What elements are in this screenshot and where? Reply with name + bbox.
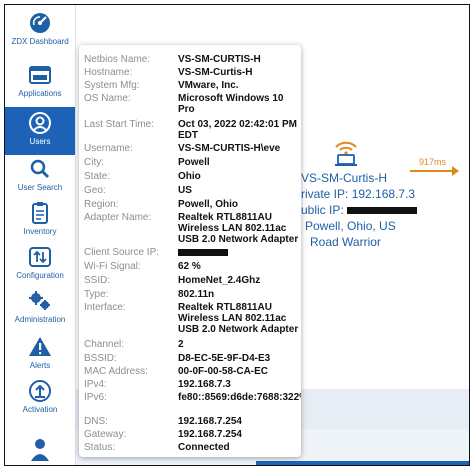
info-value: Connected [178, 442, 230, 453]
public-ip-label: ublic IP: [301, 203, 344, 217]
info-key: Status: [84, 442, 116, 453]
device-private-ip: rivate IP: 192.168.7.3 [301, 187, 415, 201]
sidebar-item-applications[interactable]: Applications [5, 63, 75, 107]
sidebar-item-label: Users [29, 137, 51, 146]
sidebar-item-user-search[interactable]: User Search [5, 157, 75, 203]
info-value: 802.11n [178, 289, 215, 300]
arrows-config-icon [29, 247, 51, 267]
info-key: Hostname: [84, 67, 133, 78]
info-key: State: [84, 171, 111, 182]
latency-label: 917ms [419, 157, 447, 167]
info-value: VS-SM-Curtis-H [178, 67, 253, 78]
info-key: Region: [84, 199, 119, 210]
info-key: IPv6: [84, 392, 107, 403]
private-ip-label: rivate IP: [301, 187, 349, 201]
info-key: Gateway: [84, 429, 127, 440]
info-key: MAC Address: [84, 366, 148, 377]
person-icon [31, 439, 49, 461]
info-key: OS Name: [84, 93, 131, 104]
info-value: Microsoft Windows 10 Pro [178, 93, 284, 115]
info-key: Client Source IP: [84, 247, 160, 258]
device-user-type: Road Warrior [310, 235, 381, 249]
bottom-accent-bar [256, 461, 469, 465]
info-key: IPv4: [84, 379, 107, 390]
info-value: 00-0F-00-58-CA-EC [178, 366, 269, 377]
sidebar-item-label: User Search [17, 183, 63, 192]
sidebar-item-label: Administration [14, 315, 66, 324]
app-window: ZDX Dashboard Applications Users User Se… [4, 4, 470, 466]
info-value: 2 [178, 339, 184, 350]
wifi-laptop-icon [335, 141, 357, 166]
info-key: City: [84, 157, 104, 168]
device-info-popup: Netbios Name: VS-SM-CURTIS-H Hostname: VS-… [79, 45, 301, 457]
info-value: 192.168.7.254 [178, 429, 242, 440]
sidebar-item-label: Configuration [16, 271, 64, 280]
sidebar-nav: ZDX Dashboard Applications Users User Se… [5, 5, 76, 465]
dashboard-gauge-icon [30, 13, 50, 33]
redacted-public-ip [347, 207, 418, 215]
info-value: 192.168.7.254 [178, 416, 242, 427]
info-key: Channel: [84, 339, 125, 350]
redacted-client-ip [178, 248, 228, 256]
latency-connector-line [410, 170, 454, 172]
info-key: Type: [84, 289, 109, 300]
info-key: Adapter Name: [84, 212, 152, 223]
sidebar-item-inventory[interactable]: Inventory [5, 201, 75, 247]
info-value: Powell [178, 157, 210, 168]
info-value: HomeNet_2.4Ghz [178, 275, 261, 286]
info-value: D8-EC-5E-9F-D4-E3 [178, 353, 271, 364]
info-key: Last Start Time: [84, 119, 155, 130]
info-value: VMware, Inc. [178, 80, 239, 91]
info-value: Realtek RTL8811AU Wireless LAN 802.11ac … [178, 212, 299, 245]
info-value: VS-SM-CURTIS-H\eve [178, 143, 281, 154]
clipboard-list-icon [32, 202, 48, 224]
info-key: Interface: [84, 302, 126, 313]
sidebar-item-label: ZDX Dashboard [11, 37, 69, 46]
sidebar-item-configuration[interactable]: Configuration [5, 245, 75, 291]
gears-icon [29, 291, 50, 310]
app-window-icon [29, 66, 51, 84]
info-key: SSID: [84, 275, 111, 286]
info-value: US [178, 185, 192, 196]
sidebar-item-users[interactable]: Users [5, 107, 75, 155]
info-value: 192.168.7.3 [178, 379, 231, 390]
info-key: Username: [84, 143, 133, 154]
info-key: Netbios Name: [84, 54, 151, 65]
sidebar-item-label: Alerts [29, 361, 51, 370]
warning-triangle-icon [29, 337, 51, 356]
sidebar-item-label: Applications [18, 89, 62, 98]
sidebar-item-activation[interactable]: Activation [5, 379, 75, 423]
info-value: Ohio [178, 171, 201, 182]
arrow-right-icon [452, 166, 459, 176]
sidebar-item-zdx-dashboard[interactable]: ZDX Dashboard [5, 11, 75, 61]
sidebar-item-profile[interactable] [5, 437, 75, 461]
info-value: fe80::8569:d6de:7688:322%15 [178, 392, 301, 403]
info-value: VS-SM-CURTIS-H [178, 54, 261, 65]
sidebar-item-alerts[interactable]: Alerts [5, 335, 75, 377]
info-key: DNS: [84, 416, 108, 427]
info-value: Powell, Ohio [178, 199, 239, 210]
sidebar-item-label: Inventory [23, 227, 57, 236]
device-name: VS-SM-Curtis-H [301, 171, 387, 185]
sidebar-item-administration[interactable]: Administration [5, 289, 75, 335]
info-key: System Mfg: [84, 80, 140, 91]
user-circle-icon [29, 112, 51, 134]
private-ip-value: 192.168.7.3 [351, 187, 416, 201]
info-value [178, 247, 301, 258]
device-location: Powell, Ohio, US [305, 219, 396, 233]
device-public-ip: ublic IP: [301, 203, 418, 217]
info-key: Geo: [84, 185, 106, 196]
info-key: BSSID: [84, 353, 117, 364]
info-key: Wi-Fi Signal: [84, 261, 141, 272]
upload-circle-icon [29, 380, 51, 402]
info-value: Oct 03, 2022 02:42:01 PM EDT [178, 119, 297, 141]
info-value: Realtek RTL8811AU Wireless LAN 802.11ac … [178, 302, 299, 335]
sidebar-item-label: Activation [22, 405, 58, 414]
info-value: 62 % [178, 261, 201, 272]
search-icon [30, 159, 50, 179]
